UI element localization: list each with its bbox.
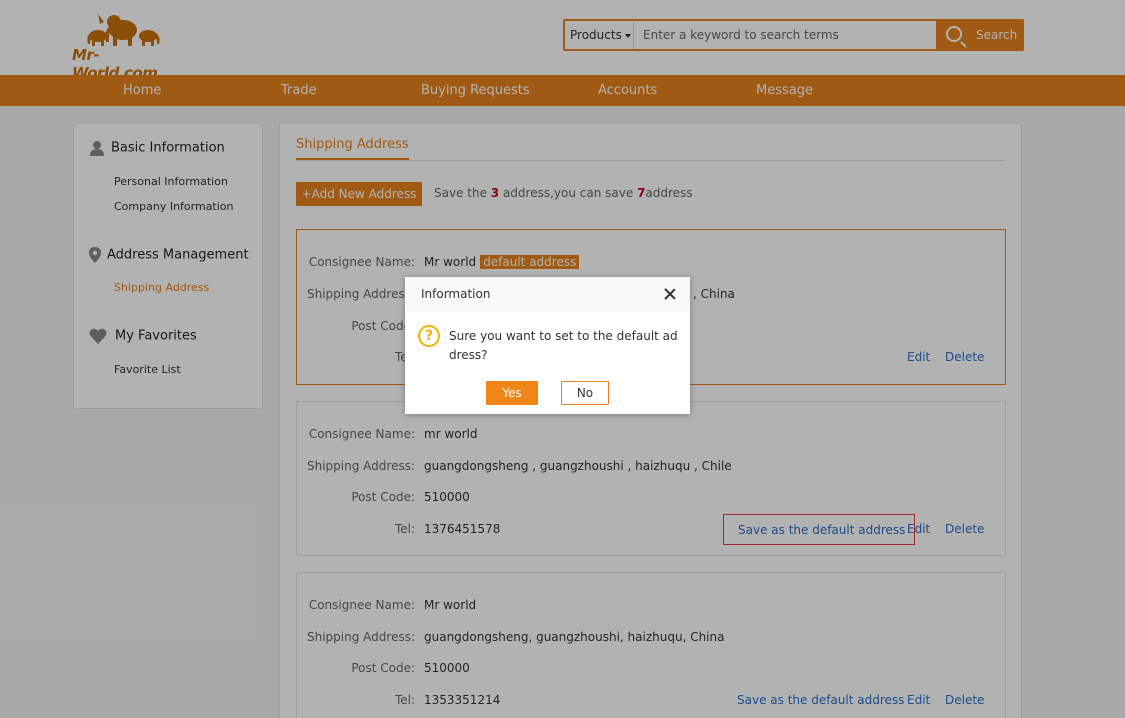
yes-button[interactable]: Yes xyxy=(486,381,538,405)
confirm-dialog: Information ? Sure you want to set to th… xyxy=(405,277,690,414)
dialog-title: Information xyxy=(421,287,491,301)
no-button[interactable]: No xyxy=(561,381,609,405)
close-icon[interactable] xyxy=(664,288,676,300)
dialog-message: Sure you want to set to the default addr… xyxy=(449,329,678,362)
question-icon: ? xyxy=(418,325,440,347)
dialog-header: Information xyxy=(405,277,690,311)
